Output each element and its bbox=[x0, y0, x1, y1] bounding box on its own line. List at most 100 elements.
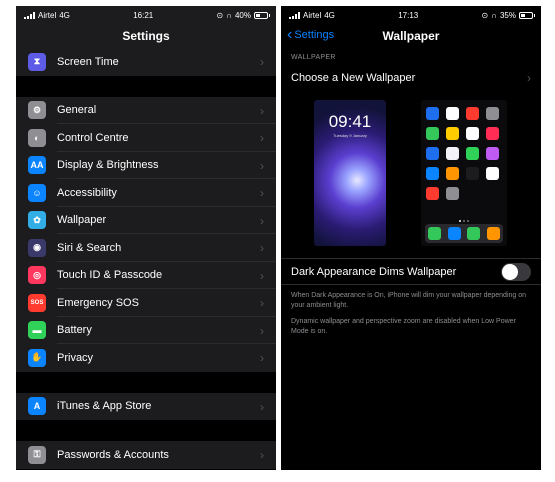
settings-row-label: General bbox=[57, 104, 97, 117]
settings-list: ⧗ Screen Time › ⚙ General › ◐ Control Centre › AA… bbox=[16, 48, 276, 469]
switches-icon: ◐ bbox=[28, 128, 46, 147]
chevron-right-icon: › bbox=[260, 323, 264, 338]
network-label: 4G bbox=[59, 10, 70, 20]
settings-row-label: Control Centre bbox=[57, 131, 129, 144]
app-store-icon: A bbox=[28, 397, 46, 416]
settings-row[interactable]: ⚙ General › bbox=[16, 96, 276, 124]
key-icon: ⚿ bbox=[28, 445, 46, 464]
chevron-right-icon: › bbox=[260, 213, 264, 228]
app-icon bbox=[466, 107, 479, 120]
settings-row-label: Accessibility bbox=[57, 186, 117, 199]
wallpaper-previews: 09:41 Tuesday 9 January bbox=[281, 91, 541, 259]
app-icon bbox=[426, 147, 439, 160]
app-icon bbox=[426, 187, 439, 200]
settings-row-label: Passwords & Accounts bbox=[57, 448, 169, 461]
settings-row-label: Siri & Search bbox=[57, 241, 122, 254]
choose-wallpaper-label: Choose a New Wallpaper bbox=[291, 72, 416, 84]
lock-rotation-icon: ⊙ bbox=[216, 10, 224, 20]
section-gap bbox=[16, 75, 276, 97]
settings-row[interactable]: ◉ Siri & Search › bbox=[16, 234, 276, 262]
wallpaper-screen: Airtel 4G 17:13 ⊙ ∩ 35% ‹ Settings Wallp… bbox=[281, 6, 541, 470]
page-title: Settings bbox=[122, 29, 170, 43]
settings-row-label: Privacy bbox=[57, 351, 94, 364]
chevron-right-icon: › bbox=[260, 55, 264, 69]
nav-bar: Settings bbox=[16, 24, 276, 48]
nav-bar: ‹ Settings Wallpaper bbox=[281, 24, 541, 48]
app-icon bbox=[486, 107, 499, 120]
page-title: Wallpaper bbox=[382, 29, 440, 43]
chevron-right-icon: › bbox=[260, 103, 264, 118]
lock-rotation-icon: ⊙ bbox=[481, 10, 489, 20]
carrier-label: Airtel bbox=[38, 10, 57, 20]
dark-dims-note: When Dark Appearance is On, iPhone will … bbox=[291, 292, 527, 309]
text-size-icon: AA bbox=[28, 156, 46, 175]
app-icon bbox=[486, 167, 499, 180]
section-gap bbox=[16, 420, 276, 441]
app-icon bbox=[446, 107, 459, 120]
lock-screen-preview[interactable]: 09:41 Tuesday 9 January bbox=[314, 100, 386, 246]
settings-row[interactable]: ☺ Accessibility › bbox=[16, 179, 276, 207]
low-power-note: Dynamic wallpaper and perspective zoom a… bbox=[291, 318, 516, 335]
settings-row[interactable]: ✿ Wallpaper › bbox=[16, 206, 276, 234]
dock-app-icon bbox=[447, 227, 461, 240]
dock-app-icon bbox=[467, 227, 481, 240]
network-label: 4G bbox=[324, 10, 335, 20]
flower-icon: ✿ bbox=[28, 211, 46, 230]
back-label: Settings bbox=[294, 29, 335, 41]
dock bbox=[425, 224, 503, 243]
chevron-right-icon: › bbox=[260, 158, 264, 173]
app-icon bbox=[426, 107, 439, 120]
battery-icon bbox=[519, 11, 535, 19]
app-icon bbox=[446, 187, 459, 200]
battery-icon bbox=[254, 11, 270, 19]
hourglass-icon: ⧗ bbox=[28, 52, 46, 71]
settings-row[interactable]: ⧗ Screen Time › bbox=[16, 48, 276, 76]
lock-date: Tuesday 9 January bbox=[333, 133, 367, 138]
app-icon bbox=[446, 147, 459, 160]
settings-row[interactable]: ▬ Battery › bbox=[16, 316, 276, 344]
settings-row[interactable]: ⚿ Passwords & Accounts › bbox=[16, 441, 276, 469]
app-icon bbox=[426, 167, 439, 180]
settings-row[interactable]: SOS Emergency SOS › bbox=[16, 289, 276, 317]
settings-row-label: iTunes & App Store bbox=[57, 400, 152, 413]
status-bar: Airtel 4G 17:13 ⊙ ∩ 35% bbox=[281, 6, 541, 24]
status-time: 16:21 bbox=[133, 10, 154, 20]
battery-percent: 35% bbox=[499, 10, 516, 20]
settings-row-label: Touch ID & Passcode bbox=[57, 269, 163, 282]
settings-screen: Airtel 4G 16:21 ⊙ ∩ 40% Settings ⧗ Screen… bbox=[16, 6, 276, 470]
settings-row[interactable]: AiTunes & App Store › bbox=[16, 392, 276, 420]
home-screen-preview[interactable] bbox=[421, 100, 507, 246]
status-bar: Airtel 4G 16:21 ⊙ ∩ 40% bbox=[16, 6, 276, 24]
lock-time: 09:41 bbox=[328, 112, 372, 131]
chevron-left-icon: ‹ bbox=[287, 26, 293, 43]
settings-row[interactable]: ◎ Touch ID & Passcode › bbox=[16, 261, 276, 289]
signal-icon bbox=[289, 11, 300, 19]
dock-app-icon bbox=[486, 227, 500, 240]
app-grid bbox=[426, 107, 499, 200]
siri-icon: ◉ bbox=[28, 238, 46, 257]
choose-wallpaper-row[interactable]: Choose a New Wallpaper › bbox=[281, 65, 541, 91]
section-gap bbox=[16, 371, 276, 393]
battery-percent: 40% bbox=[234, 10, 251, 20]
settings-row-label: Emergency SOS bbox=[57, 296, 139, 309]
chevron-right-icon: › bbox=[260, 268, 264, 283]
back-button[interactable]: ‹ Settings bbox=[287, 26, 335, 43]
chevron-right-icon: › bbox=[260, 399, 264, 414]
page-dots bbox=[421, 220, 507, 222]
chevron-right-icon: › bbox=[260, 131, 264, 145]
dark-dims-toggle[interactable] bbox=[501, 263, 531, 281]
settings-row[interactable]: ◐ Control Centre › bbox=[16, 124, 276, 152]
chevron-right-icon: › bbox=[527, 71, 531, 85]
hand-icon: ✋ bbox=[28, 348, 46, 367]
app-icon bbox=[426, 127, 439, 140]
gear-icon: ⚙ bbox=[28, 101, 46, 120]
app-icon bbox=[466, 167, 479, 180]
app-icon bbox=[466, 127, 479, 140]
settings-row-label: Display & Brightness bbox=[57, 159, 159, 172]
section-header: WALLPAPER bbox=[291, 54, 336, 61]
settings-row[interactable]: AA Display & Brightness › bbox=[16, 151, 276, 179]
app-icon bbox=[486, 147, 499, 160]
settings-row[interactable]: ✋ Privacy › bbox=[16, 344, 276, 372]
dock-app-icon bbox=[428, 227, 442, 240]
toggle-knob bbox=[502, 264, 518, 280]
